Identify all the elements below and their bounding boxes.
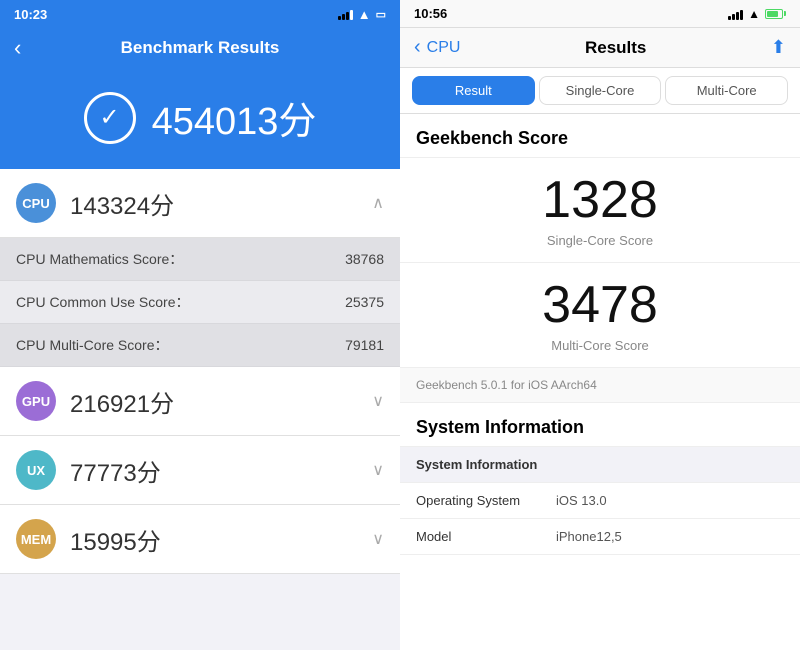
right-back-area[interactable]: ‹ CPU <box>414 36 460 59</box>
right-time: 10:56 <box>414 6 447 21</box>
ux-score: 77773分 <box>70 453 372 488</box>
cpu-math-label: CPU Mathematics Score： <box>16 249 183 269</box>
cpu-common-row: CPU Common Use Score： 25375 <box>0 281 400 324</box>
wifi-icon: ▲ <box>358 7 371 22</box>
ux-icon: UX <box>16 450 56 490</box>
single-core-number: 1328 <box>416 172 784 229</box>
cpu-icon: CPU <box>16 183 56 223</box>
sys-info-title: System Information <box>400 403 800 447</box>
cpu-category-row[interactable]: CPU 143324分 ∧ <box>0 169 400 238</box>
tab-multi-core[interactable]: Multi-Core <box>665 76 788 105</box>
score-section: ✓ 454013分 <box>0 72 400 169</box>
right-back-label: CPU <box>427 39 461 57</box>
signal-icon <box>338 8 353 20</box>
cpu-chevron: ∧ <box>372 193 384 213</box>
right-content: Geekbench Score 1328 Single-Core Score 3… <box>400 114 800 650</box>
sys-info-model-row: Model iPhone12,5 <box>400 519 800 555</box>
geekbench-title: Geekbench Score <box>400 114 800 158</box>
cpu-score: 143324分 <box>70 186 372 221</box>
left-panel: 10:23 ▲ ▭ ‹ Benchmark Results ✓ 454013分 … <box>0 0 400 650</box>
left-status-bar: 10:23 ▲ ▭ <box>0 0 400 28</box>
check-circle: ✓ <box>84 92 136 144</box>
sys-info-model-value: iPhone12,5 <box>556 529 622 544</box>
mem-category-row[interactable]: MEM 15995分 ∨ <box>0 505 400 574</box>
sys-info-os-row: Operating System iOS 13.0 <box>400 483 800 519</box>
sys-info-os-label: Operating System <box>416 493 556 508</box>
cpu-math-row: CPU Mathematics Score： 38768 <box>0 238 400 281</box>
single-core-label: Single-Core Score <box>416 233 784 248</box>
gpu-icon: GPU <box>16 381 56 421</box>
ux-chevron: ∨ <box>372 460 384 480</box>
gpu-score: 216921分 <box>70 384 372 419</box>
right-back-chevron: ‹ <box>414 36 421 59</box>
gpu-category-row[interactable]: GPU 216921分 ∨ <box>0 367 400 436</box>
cpu-details: CPU Mathematics Score： 38768 CPU Common … <box>0 238 400 367</box>
sys-info-os-value: iOS 13.0 <box>556 493 607 508</box>
tab-result[interactable]: Result <box>412 76 535 105</box>
multi-core-block: 3478 Multi-Core Score <box>400 263 800 368</box>
right-header: ‹ CPU Results ⬆ <box>400 28 800 68</box>
single-core-block: 1328 Single-Core Score <box>400 158 800 263</box>
multi-core-number: 3478 <box>416 277 784 334</box>
right-header-title: Results <box>460 38 770 58</box>
mem-score: 15995分 <box>70 522 372 557</box>
sys-info-header-row: System Information <box>400 447 800 483</box>
check-icon: ✓ <box>100 103 120 132</box>
mem-icon: MEM <box>16 519 56 559</box>
left-status-icons: ▲ ▭ <box>338 7 386 22</box>
tabs-row: Result Single-Core Multi-Core <box>400 68 800 114</box>
right-wifi-icon: ▲ <box>748 7 760 21</box>
left-time: 10:23 <box>14 7 47 22</box>
sys-info-header-label: System Information <box>416 457 556 472</box>
share-button[interactable]: ⬆ <box>771 37 786 58</box>
left-header-title: Benchmark Results <box>121 38 280 58</box>
right-signal-icon <box>728 8 743 20</box>
right-battery-icon <box>765 9 786 19</box>
left-header: ‹ Benchmark Results <box>0 28 400 72</box>
cpu-multi-value: 79181 <box>345 337 384 353</box>
geekbench-version: Geekbench 5.0.1 for iOS AArch64 <box>400 368 800 403</box>
mem-chevron: ∨ <box>372 529 384 549</box>
sys-info-model-label: Model <box>416 529 556 544</box>
total-score: 454013分 <box>152 90 317 145</box>
cpu-common-label: CPU Common Use Score： <box>16 292 190 312</box>
tab-single-core[interactable]: Single-Core <box>539 76 662 105</box>
battery-icon-left: ▭ <box>376 8 386 21</box>
multi-core-label: Multi-Core Score <box>416 338 784 353</box>
sys-info-table: System Information Operating System iOS … <box>400 447 800 555</box>
right-status-bar: 10:56 ▲ <box>400 0 800 28</box>
ux-category-row[interactable]: UX 77773分 ∨ <box>0 436 400 505</box>
right-status-icons: ▲ <box>728 7 786 21</box>
cpu-multi-row: CPU Multi-Core Score： 79181 <box>0 324 400 367</box>
right-panel: 10:56 ▲ ‹ CPU Results ⬆ Resu <box>400 0 800 650</box>
back-button[interactable]: ‹ <box>14 35 21 61</box>
cpu-multi-label: CPU Multi-Core Score： <box>16 335 168 355</box>
cpu-common-value: 25375 <box>345 294 384 310</box>
cpu-math-value: 38768 <box>345 251 384 267</box>
gpu-chevron: ∨ <box>372 391 384 411</box>
left-items: CPU 143324分 ∧ CPU Mathematics Score： 387… <box>0 169 400 650</box>
